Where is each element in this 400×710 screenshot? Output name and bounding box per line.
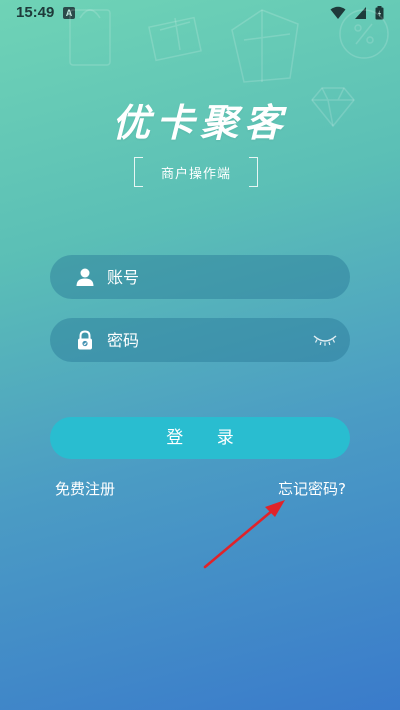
register-link[interactable]: 免费注册: [55, 478, 115, 499]
store-icon: [231, 9, 299, 83]
app-logo: 优卡聚客: [111, 101, 288, 145]
password-input[interactable]: [107, 318, 307, 362]
annotation-arrow: [203, 500, 285, 569]
subtitle: 商户操作端: [160, 167, 231, 182]
account-input[interactable]: [107, 255, 307, 299]
user-icon: [76, 268, 94, 286]
eye-closed-icon[interactable]: [312, 332, 338, 348]
lock-icon: [78, 330, 92, 350]
login-button[interactable]: 登 录: [50, 417, 350, 459]
password-field[interactable]: [50, 318, 350, 362]
subtitle-frame: 商户操作端: [134, 157, 258, 187]
gift-box-icon: [148, 16, 202, 62]
account-field[interactable]: [50, 255, 350, 299]
shopping-bag-icon: [69, 9, 111, 66]
